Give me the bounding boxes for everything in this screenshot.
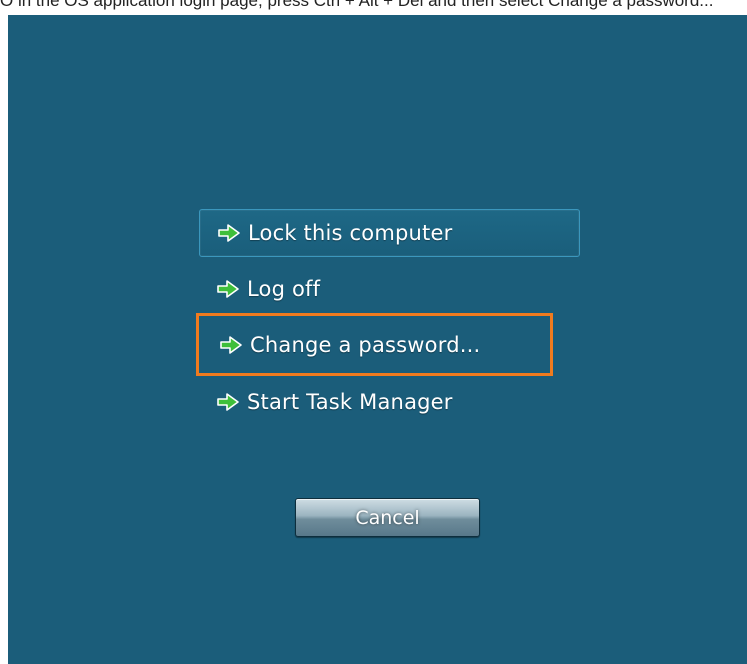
green-arrow-icon — [217, 280, 239, 298]
caption-text: O in the OS application login page, pres… — [0, 0, 714, 10]
caption-strip: O in the OS application login page, pres… — [0, 0, 747, 15]
lock-computer-option[interactable]: Lock this computer — [199, 209, 580, 257]
green-arrow-icon — [217, 393, 239, 411]
start-task-manager-option[interactable]: Start Task Manager — [199, 381, 453, 423]
cancel-button[interactable]: Cancel — [295, 498, 480, 537]
green-arrow-icon — [220, 335, 242, 354]
change-password-option[interactable]: Change a password... — [196, 313, 553, 376]
log-off-label: Log off — [247, 277, 321, 301]
change-password-label: Change a password... — [250, 332, 481, 357]
security-options-screen: Lock this computer Log off Change a pass… — [8, 15, 747, 664]
lock-computer-label: Lock this computer — [248, 221, 453, 245]
start-task-manager-label: Start Task Manager — [247, 390, 453, 414]
log-off-option[interactable]: Log off — [199, 268, 320, 310]
green-arrow-icon — [218, 224, 240, 242]
